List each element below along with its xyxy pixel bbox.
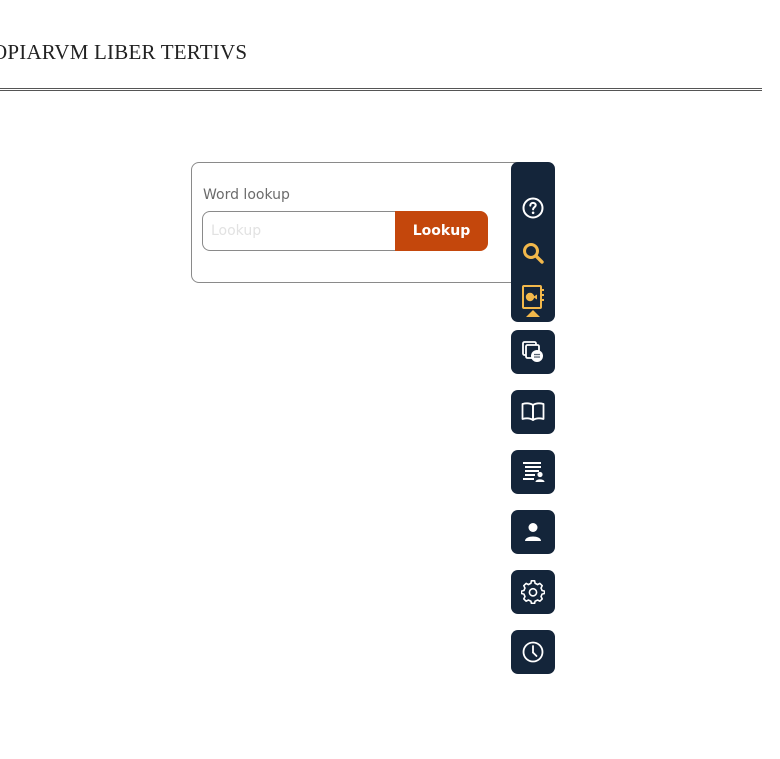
notebook-icon: [520, 284, 546, 310]
word-lookup-label: Word lookup: [203, 187, 290, 203]
toolbar-group-top: [511, 162, 555, 322]
word-lookup-panel: Word lookup Lookup: [191, 162, 531, 283]
flashcards-button[interactable]: [511, 330, 555, 374]
list-user-button[interactable]: [511, 450, 555, 494]
gear-icon: [521, 580, 545, 604]
lookup-button[interactable]: Lookup: [395, 211, 488, 251]
flashcards-icon: [520, 339, 546, 365]
lookup-input[interactable]: [202, 211, 396, 251]
list-user-icon: [521, 460, 545, 484]
page-title: OPIARVM LIBER TERTIVS: [0, 40, 248, 64]
active-indicator-caret: [526, 310, 540, 317]
header-divider: [0, 88, 762, 91]
search-button[interactable]: [511, 231, 555, 275]
clock-icon: [521, 640, 545, 664]
history-button[interactable]: [511, 630, 555, 674]
book-icon: [520, 400, 546, 424]
help-icon: [521, 196, 545, 220]
help-button[interactable]: [511, 186, 555, 230]
user-icon: [522, 521, 544, 543]
book-button[interactable]: [511, 390, 555, 434]
user-button[interactable]: [511, 510, 555, 554]
settings-button[interactable]: [511, 570, 555, 614]
search-icon: [521, 241, 545, 265]
